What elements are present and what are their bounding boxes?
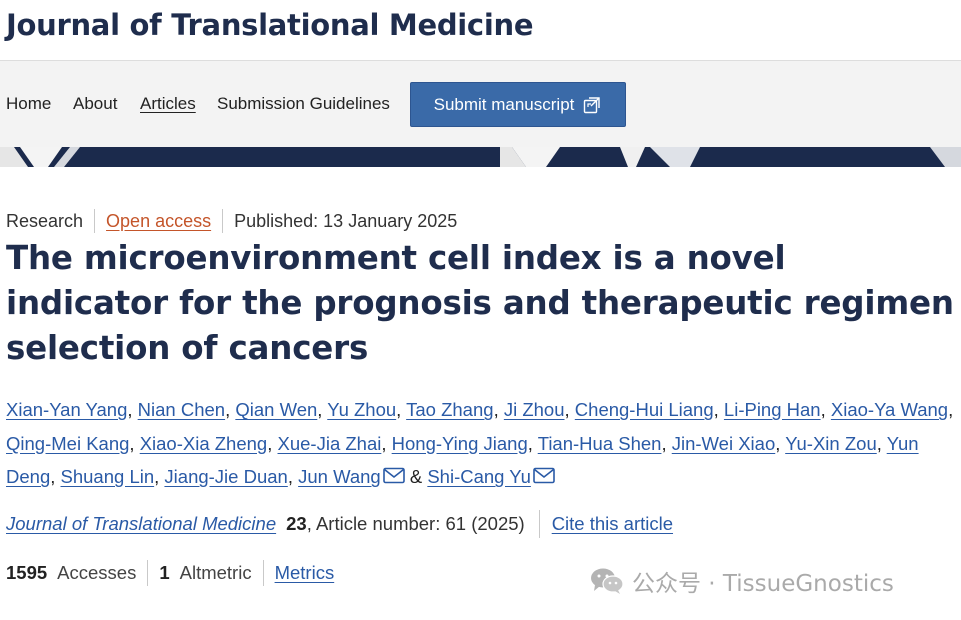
email-icon[interactable] bbox=[533, 467, 555, 484]
nav-submission-guidelines[interactable]: Submission Guidelines bbox=[217, 94, 390, 114]
published-date: Published: 13 January 2025 bbox=[234, 210, 458, 231]
author-link[interactable]: Jun Wang bbox=[298, 466, 381, 487]
metrics-link[interactable]: Metrics bbox=[275, 562, 335, 584]
divider bbox=[94, 209, 96, 233]
watermark-text: 公众号 · TissueGnostics bbox=[632, 571, 894, 597]
citation-article-number: , Article number: 61 (2025) bbox=[306, 513, 525, 534]
metrics-row: 1595 Accesses 1 Altmetric Metrics bbox=[6, 560, 334, 586]
journal-title[interactable]: Journal of Translational Medicine bbox=[6, 8, 533, 42]
citation-row: Journal of Translational Medicine 23 , A… bbox=[6, 510, 673, 538]
submit-manuscript-label: Submit manuscript bbox=[433, 94, 575, 114]
author-separator: , bbox=[154, 466, 165, 487]
author-link[interactable]: Cheng-Hui Liang bbox=[575, 399, 714, 420]
email-icon[interactable] bbox=[382, 467, 405, 484]
article-type: Research bbox=[6, 210, 84, 231]
submit-manuscript-button[interactable]: Submit manuscript bbox=[410, 82, 626, 127]
author-separator: , bbox=[876, 432, 887, 454]
author-separator: , bbox=[775, 432, 786, 454]
author-separator: , bbox=[127, 399, 138, 420]
author-separator: , bbox=[948, 399, 954, 420]
divider bbox=[147, 560, 149, 586]
author-separator: , bbox=[287, 466, 299, 487]
divider bbox=[222, 209, 224, 233]
author-separator: , bbox=[527, 432, 538, 454]
author-link[interactable]: Li-Ping Han bbox=[724, 399, 821, 420]
author-link[interactable]: Xue-Jia Zhai bbox=[278, 433, 382, 454]
divider bbox=[538, 510, 540, 538]
author-separator: , bbox=[381, 432, 392, 454]
divider bbox=[262, 560, 264, 586]
author-link[interactable]: Yu-Xin Zou bbox=[785, 433, 877, 454]
altmetric-count: 1 bbox=[159, 562, 170, 583]
article-meta: Research Open access Published: 13 Janua… bbox=[6, 209, 457, 233]
author-separator: , bbox=[713, 399, 724, 420]
author-link[interactable]: Hong-Ying Jiang bbox=[392, 433, 528, 454]
citation-volume: 23 bbox=[286, 513, 307, 534]
nav-articles[interactable]: Articles bbox=[140, 94, 196, 114]
nav-home[interactable]: Home bbox=[6, 94, 51, 114]
accesses-label: Accesses bbox=[57, 562, 137, 583]
altmetric-label: Altmetric bbox=[179, 562, 252, 583]
author-separator: , bbox=[820, 399, 831, 420]
author-link[interactable]: Ji Zhou bbox=[504, 399, 565, 420]
author-separator: , bbox=[267, 432, 278, 454]
author-link[interactable]: Shi-Cang Yu bbox=[427, 466, 531, 487]
nav-bar: Home About Articles Submission Guideline… bbox=[0, 60, 961, 147]
author-link[interactable]: Tao Zhang bbox=[406, 399, 493, 420]
author-link[interactable]: Jin-Wei Xiao bbox=[672, 433, 776, 454]
author-link[interactable]: Xian-Yan Yang bbox=[6, 399, 127, 420]
author-link[interactable]: Xiao-Ya Wang bbox=[831, 399, 948, 420]
author-link[interactable]: Jiang-Jie Duan bbox=[164, 466, 287, 487]
decorative-banner bbox=[0, 147, 961, 167]
author-link[interactable]: Tian-Hua Shen bbox=[538, 433, 662, 454]
author-separator: , bbox=[225, 399, 236, 420]
external-link-icon bbox=[584, 96, 601, 113]
author-separator: , bbox=[564, 399, 575, 420]
author-separator: , bbox=[50, 466, 61, 487]
author-link[interactable]: Qing-Mei Kang bbox=[6, 433, 129, 454]
author-separator: , bbox=[317, 399, 328, 420]
nav-about[interactable]: About bbox=[73, 94, 117, 114]
wechat-icon bbox=[591, 568, 624, 594]
author-list: Xian-Yan Yang, Nian Chen, Qian Wen, Yu Z… bbox=[6, 393, 956, 494]
open-access-link[interactable]: Open access bbox=[106, 211, 211, 232]
citation-journal-link[interactable]: Journal of Translational Medicine bbox=[6, 513, 276, 535]
author-link[interactable]: Xiao-Xia Zheng bbox=[140, 433, 268, 454]
cite-this-article-link[interactable]: Cite this article bbox=[552, 513, 673, 535]
author-separator: , bbox=[661, 432, 672, 454]
author-link[interactable]: Qian Wen bbox=[235, 399, 317, 420]
author-separator: , bbox=[396, 399, 407, 420]
banner-pattern bbox=[0, 147, 961, 167]
author-separator: , bbox=[129, 432, 140, 454]
author-link[interactable]: Shuang Lin bbox=[61, 466, 155, 487]
author-separator: & bbox=[404, 466, 428, 487]
author-link[interactable]: Nian Chen bbox=[138, 399, 225, 420]
accesses-count: 1595 bbox=[6, 562, 48, 583]
author-link[interactable]: Yu Zhou bbox=[327, 399, 396, 420]
author-separator: , bbox=[493, 399, 504, 420]
article-title: The microenvironment cell index is a nov… bbox=[6, 239, 954, 367]
journal-header: Journal of Translational Medicine bbox=[0, 0, 961, 60]
watermark: 公众号 · TissueGnostics bbox=[590, 565, 894, 597]
